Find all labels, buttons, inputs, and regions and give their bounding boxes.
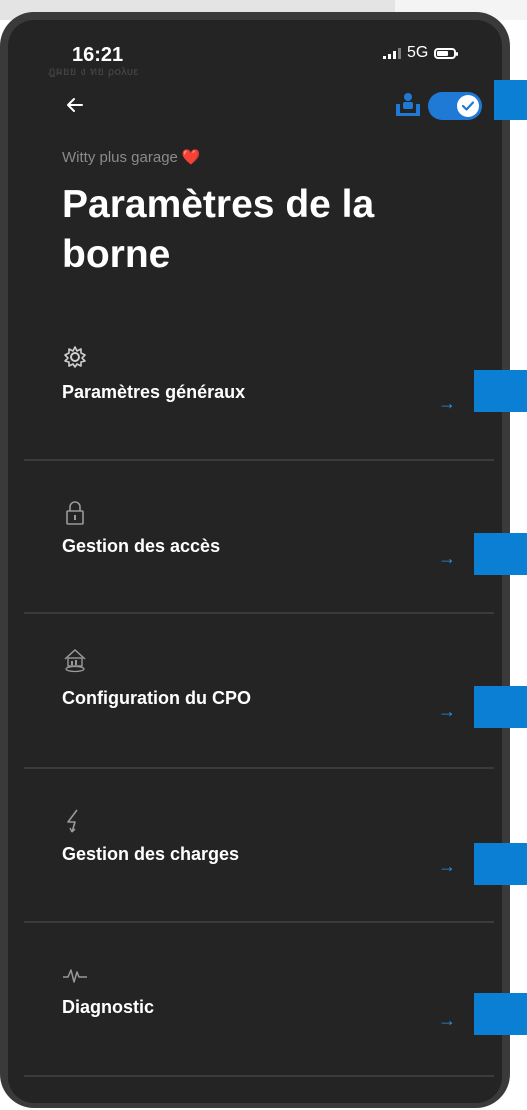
- station-person-icon[interactable]: [393, 92, 423, 118]
- divider: [24, 612, 494, 614]
- lightning-icon: [67, 809, 78, 833]
- arrow-right-icon: →: [438, 701, 456, 721]
- station-name: Witty plus garage ❤️: [62, 148, 201, 167]
- menu-item-parametres-generaux[interactable]: Paramètres généraux →: [24, 340, 494, 460]
- battery-icon: [434, 47, 459, 59]
- arrow-right-icon: →: [438, 1010, 456, 1030]
- heart-icon: ❤️: [181, 149, 201, 166]
- lock-icon: [66, 501, 84, 525]
- menu-item-configuration-du-cpo[interactable]: Configuration du CPO →: [24, 645, 494, 765]
- arrow-left-icon: [67, 98, 83, 112]
- network-label: 5G: [407, 44, 429, 61]
- toggle-knob: [457, 95, 479, 117]
- arrow-right-icon: →: [438, 393, 456, 413]
- menu-item-label: Gestion des charges: [62, 844, 240, 864]
- mode-toggle[interactable]: [428, 92, 482, 120]
- check-icon: [462, 101, 474, 111]
- cpo-config-icon: [64, 648, 86, 673]
- status-time: 16:21: [72, 44, 124, 66]
- gear-icon: [64, 346, 86, 368]
- arrow-right-icon: →: [438, 856, 456, 876]
- pulse-icon: [63, 969, 87, 983]
- station-name-text: Witty plus garage: [62, 148, 178, 166]
- menu-item-label: Diagnostic: [62, 997, 155, 1017]
- divider: [24, 459, 494, 461]
- status-indicators: 5G: [383, 44, 459, 62]
- divider: [24, 767, 494, 769]
- signal-icon: [383, 47, 401, 59]
- menu-item-label: Paramètres généraux: [62, 382, 246, 402]
- back-button[interactable]: [62, 92, 88, 118]
- menu-item-label: Configuration du CPO: [62, 688, 251, 708]
- page-title: Paramètres de la borne: [62, 183, 375, 276]
- divider: [24, 1075, 494, 1077]
- arrow-right-icon: →: [438, 548, 456, 568]
- menu-item-label: Gestion des accès: [62, 536, 221, 556]
- menu-item-diagnostic[interactable]: Diagnostic →: [24, 960, 494, 1080]
- divider: [24, 921, 494, 923]
- menu-item-gestion-des-acces[interactable]: Gestion des accès →: [24, 498, 494, 613]
- marker-square: [494, 80, 527, 120]
- menu-item-gestion-des-charges[interactable]: Gestion des charges →: [24, 806, 494, 921]
